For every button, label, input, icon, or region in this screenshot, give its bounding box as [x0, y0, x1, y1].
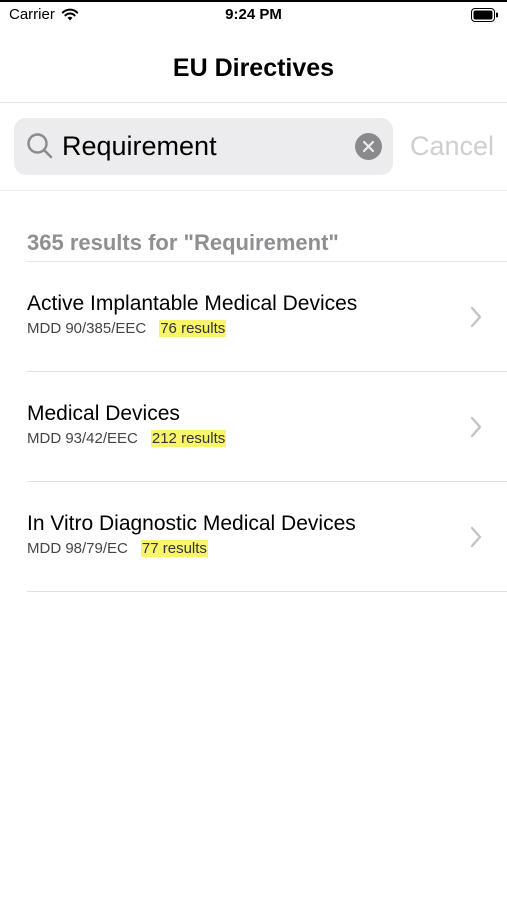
result-subtitle: MDD 90/385/EEC 76 results [27, 320, 227, 337]
result-row-in-vitro-diagnostic[interactable]: In Vitro Diagnostic Medical Devices MDD … [0, 482, 507, 592]
result-row-medical-devices[interactable]: Medical Devices MDD 93/42/EEC 212 result… [0, 372, 507, 482]
divider [27, 591, 507, 592]
cancel-button[interactable]: Cancel [410, 131, 494, 162]
results-summary: 365 results for "Requirement" [27, 230, 339, 255]
battery-icon [471, 8, 498, 22]
result-subtitle: MDD 98/79/EC 77 results [27, 540, 208, 557]
chevron-right-icon [470, 306, 482, 328]
directive-code: MDD 93/42/EEC [27, 430, 138, 447]
clear-search-button[interactable] [355, 133, 382, 160]
chevron-right-icon [470, 526, 482, 548]
search-field[interactable] [14, 118, 393, 175]
search-bar: Cancel [0, 103, 507, 191]
status-time: 9:24 PM [225, 6, 282, 23]
search-input[interactable] [62, 118, 347, 175]
directive-code: MDD 90/385/EEC [27, 320, 147, 337]
navigation-bar: EU Directives [0, 28, 507, 103]
directive-code: MDD 98/79/EC [27, 540, 128, 557]
chevron-right-icon [470, 416, 482, 438]
search-icon [27, 133, 53, 159]
clear-icon [363, 141, 374, 152]
status-bar: Carrier 9:24 PM [0, 0, 507, 28]
result-count-badge: 76 results [159, 320, 227, 337]
result-title: Active Implantable Medical Devices [27, 292, 358, 315]
result-count-badge: 212 results [150, 430, 227, 447]
result-subtitle: MDD 93/42/EEC 212 results [27, 430, 227, 447]
result-row-active-implantable[interactable]: Active Implantable Medical Devices MDD 9… [0, 262, 507, 372]
result-title: In Vitro Diagnostic Medical Devices [27, 512, 356, 535]
page-title: EU Directives [172, 54, 335, 82]
result-title: Medical Devices [27, 402, 180, 425]
result-count-badge: 77 results [140, 540, 208, 557]
